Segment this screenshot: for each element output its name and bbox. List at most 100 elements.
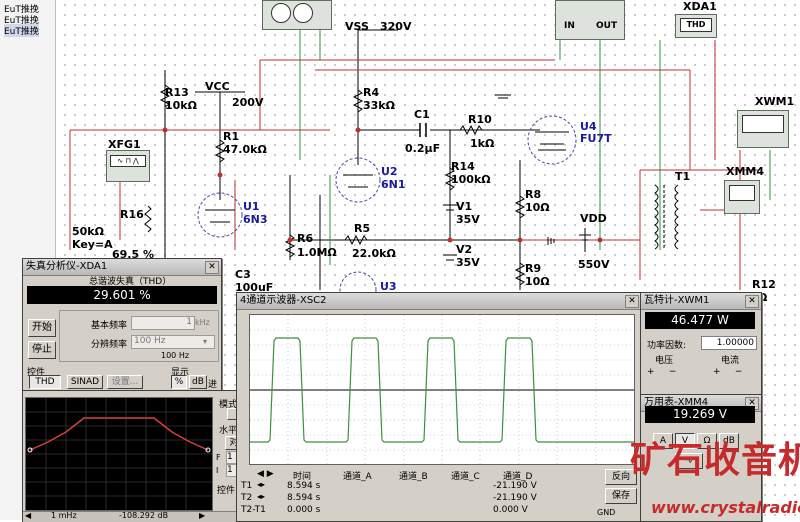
oscilloscope-trace-svg [250,315,634,464]
r12-label: R12 [752,278,776,291]
col-channel-b: 通道_B [399,472,428,482]
percent-display-button[interactable]: % [171,375,187,389]
i-label: I [216,466,219,475]
r4-label: R4 [363,86,380,99]
u2-type: 6N1 [381,178,406,191]
resolution-sub-label: 100 Hz [161,351,190,360]
vss-label: VSS [345,20,369,33]
row-channel-d: -21.190 V [493,493,537,503]
right-arrow-icon[interactable]: ▶ [199,511,205,520]
horizontal-label: 水平 [219,426,238,436]
row-label: T2-T1 [241,505,266,515]
sinad-mode-button[interactable]: SINAD [67,375,103,389]
wave-icon: ∿ ⊓ ⋀ [110,155,146,167]
row-label: T2 [241,493,253,503]
watermark-logo: 矿石收音机 [630,440,800,481]
r16-value: 50kΩ [72,225,104,238]
distortion-analyzer-window: 失真分析仪-XDA1 ✕ 总谐波失真（THD） 29.601 % 开始 停止 基… [22,258,222,392]
bode-plot-area[interactable] [25,397,213,511]
close-icon[interactable]: ✕ [745,295,759,308]
row-channel-d: -21.190 V [493,481,537,491]
close-icon[interactable]: ✕ [625,295,639,308]
thd-mode-button[interactable]: THD [29,375,61,389]
arrow-icon[interactable]: ◂▸ [257,480,265,489]
vdd-label: VDD [580,212,607,225]
col-channel-c: 通道_C [451,472,480,482]
r1-label: R1 [223,130,240,143]
db-display-button[interactable]: dB [189,375,207,389]
wattmeter-titlebar[interactable]: 瓦特计-XWM1 [641,293,761,310]
v1-value: 35V [456,213,480,226]
resolution-label: 分辨频率 [91,340,128,350]
status-magnitude: -108.292 dB [119,511,169,520]
status-frequency: 1 mHz [51,511,77,520]
r16-label: R16 [120,208,144,221]
arrow-icon[interactable]: ◂▸ [257,492,265,501]
r13-value: 10kΩ [165,99,197,112]
xmm4-label: XMM4 [726,165,765,178]
oscilloscope-titlebar[interactable]: 4通道示波器-XSC2 [237,293,641,310]
tree-item[interactable]: EuT推挽 [4,24,39,37]
meter-screen [729,185,755,201]
r9-value: 10Ω [525,275,550,288]
stop-button[interactable]: 停止 [28,341,56,359]
v1-label: V1 [456,200,473,213]
save-button[interactable]: 保存 [605,488,637,504]
watermark-url: www.crystalradio.cn [651,498,800,517]
u1-label: U1 [243,200,260,213]
bode-status-bar: ◀ 1 mHz -108.292 dB ▶ [23,511,245,522]
in-label: IN [564,21,575,31]
u1-type: 6N3 [243,213,268,226]
v2-label: V2 [456,243,473,256]
r8-value: 10Ω [525,201,550,214]
r5-value: 22.0kΩ [352,247,396,260]
thd-value-display: 29.601 % [27,286,217,304]
knob-icon [293,3,313,23]
v2-value: 35V [456,256,480,269]
terminal-icon[interactable]: + − [713,367,742,377]
row-label: T1 [241,481,253,491]
r4-value: 33kΩ [363,99,395,112]
xwm1-symbol[interactable] [737,110,789,148]
c3-label: C3 [235,268,251,281]
power-factor-field: 1.00000 [701,336,757,350]
f-label: F [216,453,221,462]
gnd-label: GND [597,508,616,517]
start-button[interactable]: 开始 [28,319,56,337]
r16-key: Key=A [72,238,113,251]
arrow-icon[interactable]: ◀ ▶ [257,469,274,479]
row-channel-d: 0.000 V [493,505,528,515]
oscilloscope-screen[interactable] [249,314,635,465]
r6-value: 1.0MΩ [297,246,337,259]
multimeter-display: 19.269 V [645,406,755,423]
xfg1-symbol[interactable]: ∿ ⊓ ⋀ [106,150,150,182]
r13-label: R13 [165,86,189,99]
xda1-symbol[interactable]: THD [675,14,717,38]
terminal-icon[interactable]: + − [647,367,676,377]
scope-symbol[interactable] [262,0,332,30]
oscilloscope-window: 4通道示波器-XSC2 ✕ ◀ ▶ 时间 通道_A 通道_B 通道_C 通道_D [236,292,642,522]
chevron-down-icon[interactable]: ▾ [203,337,207,346]
close-icon[interactable]: ✕ [205,261,219,274]
base-frequency-field[interactable]: 1 [131,316,195,330]
bode-curve [29,417,209,451]
xda1-label: XDA1 [683,0,717,13]
row-time: 8.594 s [287,481,321,491]
vcc-label: VCC [205,80,230,93]
r10-label: R10 [468,113,492,126]
r10-value: 1kΩ [470,137,495,150]
enter-label: 进 [208,380,218,390]
xmm4-symbol[interactable] [724,180,760,214]
out-label: OUT [596,21,618,31]
power-display: 46.477 W [645,312,755,329]
amplifier-symbol[interactable]: IN OUT [555,0,625,40]
r8-label: R8 [525,188,542,201]
settings-button[interactable]: 设置... [107,375,143,389]
vdd-value: 550V [578,258,610,271]
u4-type: FU7T [580,132,612,145]
row-time: 8.594 s [287,493,321,503]
cursor-readout-panel: ◀ ▶ 时间 通道_A 通道_B 通道_C 通道_D T1 ◂▸ 8.594 s… [237,467,641,521]
r6-label: R6 [297,232,314,245]
bode-plot-svg [26,398,212,510]
left-arrow-icon[interactable]: ◀ [25,511,31,520]
